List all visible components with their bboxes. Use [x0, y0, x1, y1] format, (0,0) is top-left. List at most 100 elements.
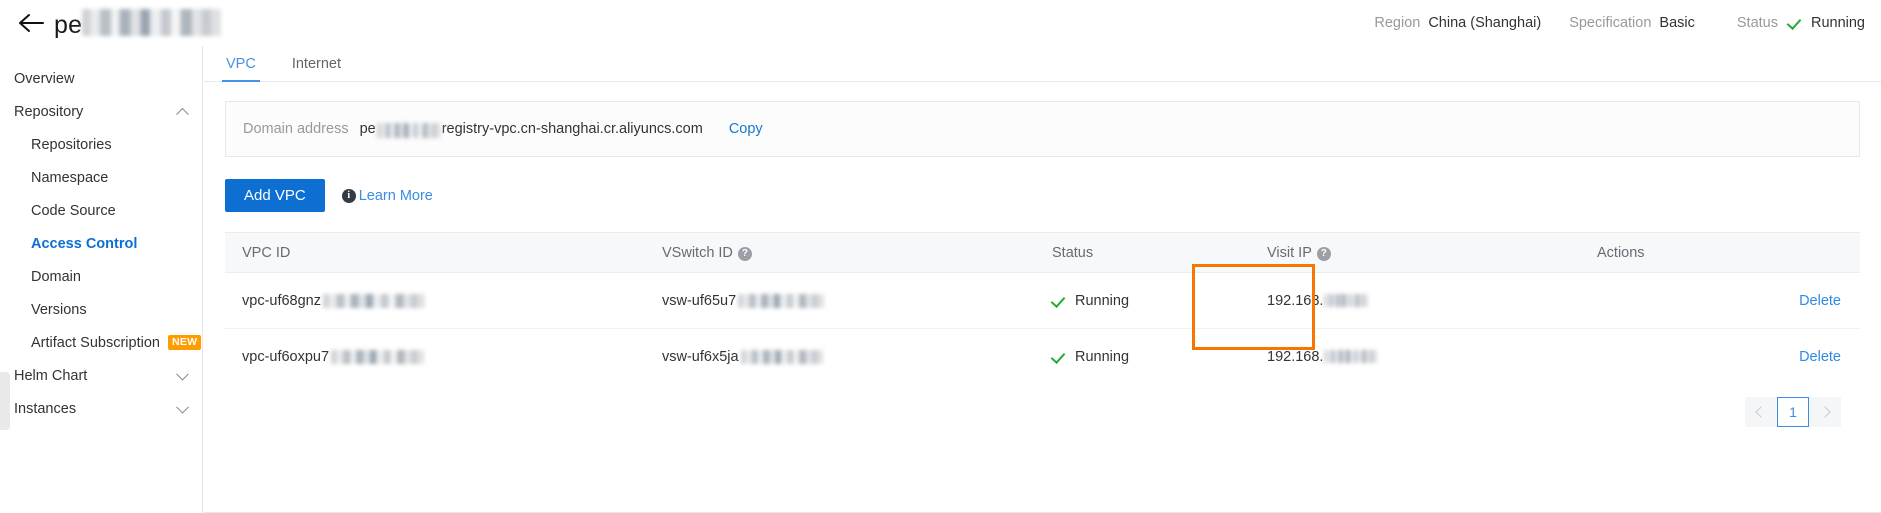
- sidebar-item-namespace[interactable]: Namespace: [0, 161, 202, 194]
- region-value: China (Shanghai): [1428, 15, 1542, 31]
- sidebar-item-repository[interactable]: Repository: [0, 95, 202, 128]
- sidebar-item-repositories[interactable]: Repositories: [0, 128, 202, 161]
- sidebar-item-label: Code Source: [31, 202, 116, 219]
- cell-vpc-id: vpc-uf6oxpu7: [225, 329, 645, 385]
- region-label: Region: [1374, 15, 1421, 31]
- sidebar-item-access-control[interactable]: Access Control: [0, 227, 202, 260]
- page-title-redacted: [82, 9, 222, 36]
- specification-value: Basic: [1659, 15, 1695, 31]
- learn-more-link[interactable]: i Learn More: [341, 187, 433, 204]
- column-header-vpc-id: VPC ID: [225, 232, 645, 273]
- status-badge: Running: [1810, 15, 1865, 31]
- sidebar-item-overview[interactable]: Overview: [0, 62, 202, 95]
- page-title-text: pe: [54, 11, 83, 39]
- help-icon[interactable]: ?: [737, 246, 752, 261]
- status-value: Running: [1075, 292, 1130, 309]
- sidebar-item-versions[interactable]: Versions: [0, 293, 202, 326]
- pagination-page-1[interactable]: 1: [1777, 396, 1809, 427]
- sidebar-item-label: Overview: [14, 70, 75, 87]
- domain-address-value: pe registry-vpc.cn-shanghai.cr.aliyuncs.…: [359, 121, 703, 138]
- help-icon[interactable]: ?: [1316, 246, 1331, 261]
- table-header-row: VPC ID VSwitch ID? Status Visit IP? Acti…: [225, 232, 1860, 273]
- column-label: Actions: [1597, 244, 1645, 261]
- column-header-status: Status: [1035, 232, 1250, 273]
- sidebar-item-helm-chart[interactable]: Helm Chart: [0, 359, 202, 392]
- sidebar-item-label: Versions: [31, 301, 87, 318]
- visit-ip-value: 192.168.: [1267, 292, 1324, 309]
- cell-vpc-id: vpc-uf68gnz: [225, 272, 645, 329]
- domain-address-panel: Domain address pe registry-vpc.cn-shangh…: [225, 101, 1860, 157]
- domain-address-label: Domain address: [243, 121, 349, 137]
- sidebar-item-domain[interactable]: Domain: [0, 260, 202, 293]
- new-badge: NEW: [167, 335, 202, 350]
- back-arrow-icon[interactable]: [14, 6, 48, 40]
- sidebar-item-label: Instances: [14, 400, 77, 417]
- table-body: vpc-uf68gnz vsw-uf65u7 Running 192.168.: [225, 272, 1860, 385]
- tab-internet[interactable]: Internet: [288, 56, 345, 81]
- vpc-id-value: vpc-uf68gnz: [242, 292, 321, 309]
- sidebar-item-label: Artifact Subscription: [31, 334, 160, 351]
- check-icon: [1052, 349, 1068, 365]
- status-value: Running: [1075, 348, 1130, 365]
- column-header-vswitch-id: VSwitch ID?: [645, 232, 1035, 273]
- sidebar-item-artifact-subscription[interactable]: Artifact Subscription NEW: [0, 326, 202, 359]
- cell-status: Running: [1035, 272, 1250, 329]
- vswitch-id-redacted: [738, 293, 825, 308]
- sidebar-item-code-source[interactable]: Code Source: [0, 194, 202, 227]
- cell-vswitch-id: vsw-uf6x5ja: [645, 329, 1035, 385]
- cell-vswitch-id: vsw-uf65u7: [645, 272, 1035, 329]
- domain-redacted: [376, 122, 441, 138]
- visit-ip-redacted: [1324, 350, 1378, 364]
- chevron-down-icon: [176, 400, 189, 414]
- sidebar-item-label: Helm Chart: [14, 367, 88, 384]
- pagination-next-button[interactable]: [1809, 396, 1841, 427]
- tab-label: VPC: [226, 56, 256, 72]
- column-label: Visit IP: [1267, 244, 1312, 261]
- column-label: VPC ID: [242, 244, 291, 261]
- domain-prefix: pe: [359, 121, 376, 137]
- tab-vpc[interactable]: VPC: [222, 56, 260, 82]
- sidebar-item-label: Repositories: [31, 136, 112, 153]
- vswitch-id-redacted: [740, 349, 823, 364]
- column-label: VSwitch ID: [662, 244, 733, 261]
- cell-visit-ip: 192.168.: [1250, 272, 1580, 329]
- column-header-visit-ip: Visit IP?: [1250, 232, 1580, 273]
- vpc-table: VPC ID VSwitch ID? Status Visit IP? Acti…: [225, 232, 1860, 385]
- sidebar-collapse-handle[interactable]: [0, 372, 10, 430]
- check-icon: [1788, 15, 1804, 31]
- learn-more-label: Learn More: [358, 187, 433, 204]
- main-content: VPC Internet Domain address pe registry-…: [204, 46, 1881, 513]
- pagination-prev-button[interactable]: [1745, 396, 1777, 427]
- vswitch-id-value: vsw-uf6x5ja: [662, 348, 739, 365]
- add-vpc-button[interactable]: Add VPC: [225, 179, 325, 212]
- visit-ip-value: 192.168.: [1267, 348, 1324, 365]
- cell-actions: Delete: [1580, 329, 1860, 385]
- info-icon: i: [341, 188, 356, 203]
- sidebar-item-instances[interactable]: Instances: [0, 392, 202, 425]
- page-header: pe Region China (Shanghai) Specification…: [0, 0, 1881, 46]
- vpc-id-redacted: [331, 349, 425, 364]
- tab-label: Internet: [291, 56, 341, 72]
- copy-button[interactable]: Copy: [729, 121, 763, 137]
- domain-suffix: registry-vpc.cn-shanghai.cr.aliyuncs.com: [441, 121, 703, 137]
- page-title: pe: [54, 6, 222, 40]
- table-row: vpc-uf6oxpu7 vsw-uf6x5ja Running 192.168…: [225, 329, 1860, 385]
- check-icon: [1052, 293, 1068, 309]
- vswitch-id-value: vsw-uf65u7: [662, 292, 737, 309]
- status-label: Status: [1736, 15, 1778, 31]
- cell-visit-ip: 192.168.: [1250, 329, 1580, 385]
- chevron-up-icon: [176, 107, 189, 121]
- content-body: Domain address pe registry-vpc.cn-shangh…: [204, 82, 1881, 427]
- header-meta: Region China (Shanghai) Specification Ba…: [1374, 15, 1881, 31]
- vpc-id-redacted: [323, 293, 425, 308]
- sidebar: Overview Repository Repositories Namespa…: [0, 46, 203, 513]
- sidebar-item-label: Namespace: [31, 169, 109, 186]
- pagination: 1: [225, 396, 1860, 427]
- table-head: VPC ID VSwitch ID? Status Visit IP? Acti…: [225, 232, 1860, 273]
- table-toolbar: Add VPC i Learn More: [225, 179, 1860, 212]
- delete-button[interactable]: Delete: [1799, 349, 1841, 365]
- visit-ip-redacted: [1324, 294, 1369, 307]
- delete-button[interactable]: Delete: [1799, 293, 1841, 309]
- sidebar-item-label: Access Control: [31, 235, 138, 252]
- cell-status: Running: [1035, 329, 1250, 385]
